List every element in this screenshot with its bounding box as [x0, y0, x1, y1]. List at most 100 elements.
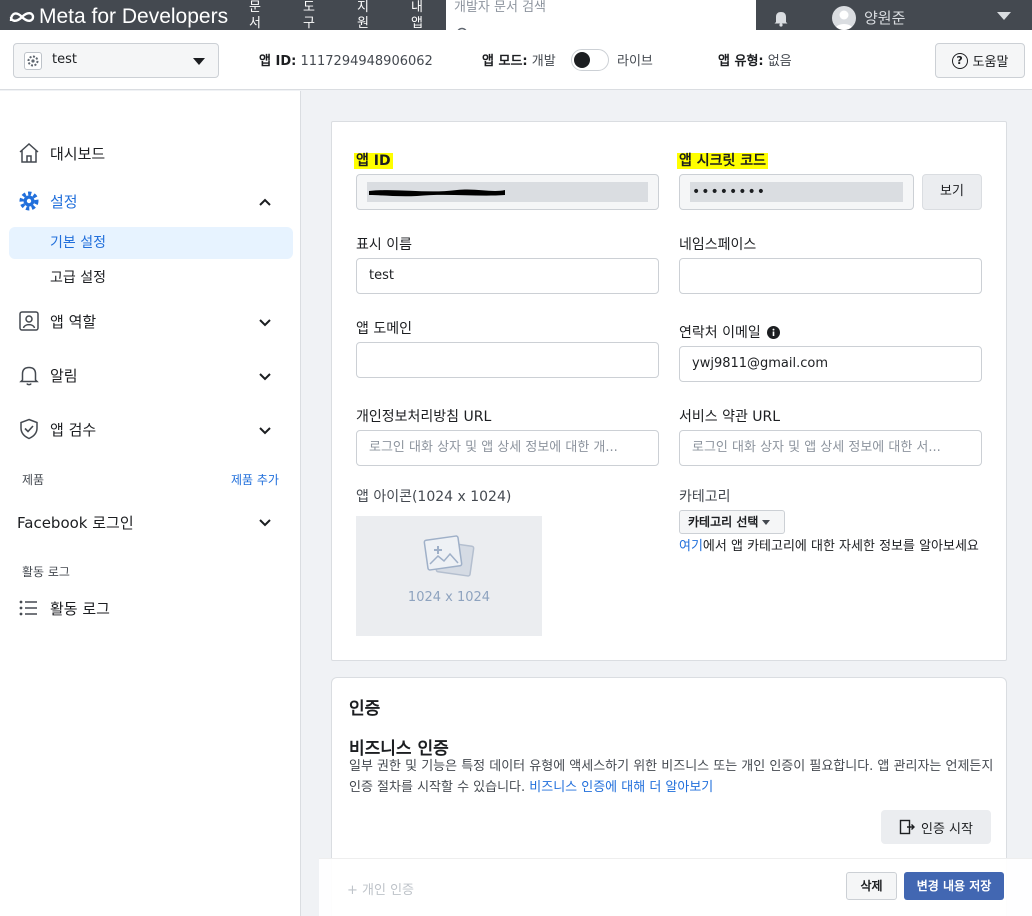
- nav-docs[interactable]: 문서: [248, 0, 262, 30]
- verification-title: 인증: [349, 699, 381, 719]
- search-placeholder: 개발자 문서 검색: [454, 0, 546, 15]
- user-name[interactable]: 양원준: [864, 7, 905, 28]
- chevron-down-icon[interactable]: [258, 423, 272, 437]
- sticky-footer-bar: + 개인 인증 삭제 변경 내용 저장: [319, 858, 1032, 916]
- chevron-down-icon[interactable]: [258, 369, 272, 383]
- start-verification-label: 인증 시작: [921, 821, 973, 837]
- sidebar-label-alerts: 알림: [50, 366, 78, 385]
- app-selector-dropdown[interactable]: test: [13, 43, 219, 78]
- sidebar-item-dashboard[interactable]: 대시보드: [17, 141, 105, 165]
- image-placeholder-icon: [423, 535, 475, 577]
- app-id-label: 앱 ID:: [259, 54, 297, 69]
- home-icon: [19, 142, 39, 163]
- contact-email-input[interactable]: ywj9811@gmail.com: [679, 346, 982, 382]
- app-mode-label: 앱 모드:: [482, 54, 528, 69]
- chevron-down-icon[interactable]: [258, 515, 272, 529]
- add-product-link[interactable]: 제품 추가: [231, 471, 279, 488]
- user-avatar[interactable]: [832, 6, 856, 30]
- app-type-display: 앱 유형: 없음: [718, 50, 792, 69]
- nav-my-apps[interactable]: 내앱: [410, 0, 424, 30]
- tos-url-placeholder: 로그인 대화 상자 및 앱 상세 정보에 대한 서...: [692, 440, 941, 455]
- app-mode-dev: 개발: [531, 54, 556, 69]
- display-name-input[interactable]: test: [356, 258, 659, 294]
- chevron-down-icon[interactable]: [258, 315, 272, 329]
- app-domain-label: 앱 도메인: [356, 321, 412, 337]
- category-help-rest: 에서 앱 카테고리에 대한 자세한 정보를 알아보세요: [702, 539, 979, 554]
- app-secret-field-label: 앱 시크릿 코드: [677, 153, 769, 169]
- activity-heading: 활동 로그: [22, 565, 70, 579]
- app-name: test: [52, 52, 77, 67]
- list-icon: [19, 600, 37, 616]
- sidebar-item-basic-settings[interactable]: 기본 설정: [50, 232, 106, 252]
- chevron-up-icon[interactable]: [258, 195, 272, 209]
- sidebar-label-dashboard: 대시보드: [50, 144, 106, 163]
- sidebar: 대시보드 설정 기본 설정 고급 설정 앱 역할 알림 앱 검수 제품 제품 추…: [0, 91, 301, 916]
- app-icon-size-text: 1024 x 1024: [407, 590, 491, 605]
- app-mode-display: 앱 모드: 개발: [482, 50, 556, 69]
- namespace-label: 네임스페이스: [679, 237, 757, 253]
- category-label: 카테고리: [679, 489, 731, 505]
- person-badge-icon: [19, 311, 39, 331]
- display-name-label: 표시 이름: [356, 237, 412, 253]
- app-gear-icon: [24, 52, 42, 70]
- meta-infinity-icon: [9, 12, 35, 22]
- add-individual-verification-link[interactable]: + 개인 인증: [347, 879, 414, 898]
- app-type-value: 없음: [767, 54, 792, 69]
- nav-tools[interactable]: 도구: [302, 0, 316, 30]
- tos-url-input[interactable]: 로그인 대화 상자 및 앱 상세 정보에 대한 서...: [679, 430, 982, 466]
- category-button-label: 카테고리 선택: [688, 515, 759, 529]
- info-icon[interactable]: [766, 325, 780, 339]
- shield-check-icon: [20, 418, 38, 440]
- help-button[interactable]: ? 도움말: [935, 43, 1025, 78]
- category-help-link[interactable]: 여기: [679, 539, 703, 554]
- sidebar-item-alerts[interactable]: 알림: [17, 363, 78, 387]
- start-verification-button[interactable]: 인증 시작: [881, 810, 991, 844]
- sidebar-item-facebook-login[interactable]: Facebook 로그인: [17, 512, 134, 533]
- save-changes-button[interactable]: 변경 내용 저장: [904, 872, 1004, 900]
- sidebar-item-app-review[interactable]: 앱 검수: [17, 417, 96, 441]
- namespace-input[interactable]: [679, 258, 982, 294]
- exit-door-icon: [899, 819, 915, 835]
- app-id-field[interactable]: [356, 174, 659, 210]
- sidebar-item-activity-log[interactable]: 활동 로그: [17, 596, 110, 620]
- sidebar-item-advanced-settings[interactable]: 고급 설정: [50, 267, 106, 287]
- question-icon: ?: [951, 52, 968, 69]
- sidebar-label-activity-log: 활동 로그: [50, 599, 110, 618]
- app-icon-upload[interactable]: 1024 x 1024: [356, 516, 542, 636]
- view-secret-button[interactable]: 보기: [922, 174, 982, 210]
- app-mode-live: 라이브: [617, 54, 653, 69]
- bell-icon: [19, 366, 39, 386]
- app-icon-label: 앱 아이콘(1024 x 1024): [356, 489, 512, 505]
- sidebar-item-settings[interactable]: 설정: [17, 189, 78, 213]
- caret-down-icon: [762, 520, 771, 525]
- app-secret-value: ••••••••: [692, 184, 767, 200]
- sidebar-label-settings: 설정: [50, 192, 78, 211]
- category-select-button[interactable]: 카테고리 선택: [679, 510, 785, 534]
- app-secret-field[interactable]: ••••••••: [679, 174, 914, 210]
- nav-support[interactable]: 지원: [356, 0, 370, 30]
- logo-text: Meta for Developers: [39, 5, 229, 28]
- app-type-label: 앱 유형:: [718, 54, 764, 69]
- privacy-url-input[interactable]: 로그인 대화 상자 및 앱 상세 정보에 대한 개...: [356, 430, 659, 466]
- redaction-mark: [369, 189, 505, 197]
- help-label: 도움말: [972, 55, 1009, 70]
- notification-bell-icon[interactable]: [772, 9, 790, 27]
- contact-email-label: 연락처 이메일: [679, 322, 780, 342]
- products-heading: 제품: [22, 473, 45, 487]
- category-help-text: 여기에서 앱 카테고리에 대한 자세한 정보를 알아보세요: [679, 537, 989, 557]
- delete-button[interactable]: 삭제: [846, 872, 897, 900]
- app-domain-input[interactable]: [356, 342, 659, 378]
- app-mode-toggle[interactable]: [571, 49, 609, 71]
- sidebar-label-app-review: 앱 검수: [50, 420, 97, 439]
- chevron-down-icon[interactable]: [997, 12, 1011, 20]
- chevron-down-icon: [193, 58, 205, 65]
- meta-logo[interactable]: Meta for Developers: [8, 5, 228, 29]
- app-id-value: 1117294948906062: [300, 54, 433, 69]
- app-info-bar: test 앱 ID: 1117294948906062 앱 모드: 개발 라이브…: [0, 30, 1032, 90]
- sidebar-label-app-roles: 앱 역할: [50, 312, 97, 331]
- tos-url-label: 서비스 약관 URL: [679, 409, 781, 425]
- sidebar-item-app-roles[interactable]: 앱 역할: [17, 309, 96, 333]
- search-input[interactable]: 개발자 문서 검색: [446, 0, 756, 30]
- app-id-display: 앱 ID: 1117294948906062: [259, 50, 433, 69]
- business-verification-learn-more-link[interactable]: 비즈니스 인증에 대해 더 알아보기: [529, 780, 713, 795]
